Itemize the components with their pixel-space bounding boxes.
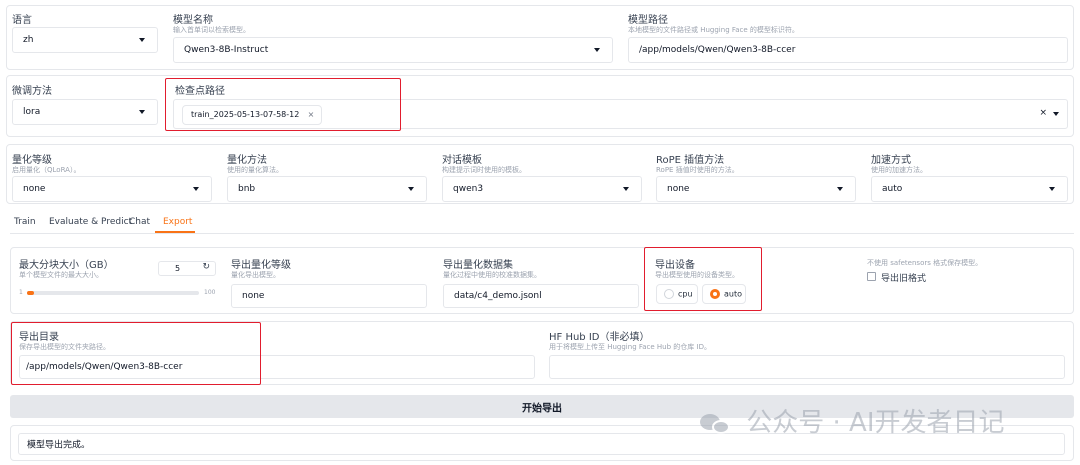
rope-select[interactable]: none [656, 176, 856, 202]
device-label: 导出设备 [655, 260, 695, 271]
export-quant-select[interactable]: none [231, 284, 427, 308]
size-max: 100 [204, 289, 216, 296]
template-label: 对话模板 [442, 155, 482, 166]
template-select[interactable]: qwen3 [442, 176, 642, 202]
checkpoint-chip-label: train_2025-05-13-07-58-12 [191, 110, 300, 119]
booster-label: 加速方式 [871, 155, 911, 166]
language-value: zh [23, 35, 34, 45]
tab-evaluate-predict[interactable]: Evaluate & Predict [49, 217, 132, 227]
quant-dataset-label: 导出量化数据集 [443, 260, 513, 271]
quant-bit-label: 量化等级 [12, 155, 52, 166]
quant-bit-sublabel: 启用量化（QLoRA）。 [12, 166, 81, 174]
language-label: 语言 [12, 15, 32, 26]
quant-bit-value: none [23, 184, 46, 194]
finetune-method-label: 微调方法 [12, 86, 52, 97]
device-option-auto[interactable]: auto [702, 284, 746, 304]
size-slider-track[interactable] [27, 291, 199, 295]
model-path-input[interactable]: /app/models/Qwen/Qwen3-8B-ccer [628, 37, 1068, 63]
checkpoint-path-label: 检查点路径 [175, 86, 225, 97]
reset-icon[interactable]: ↻ [202, 262, 210, 272]
export-quant-value: none [242, 291, 265, 301]
start-export-label: 开始导出 [522, 403, 562, 414]
chevron-down-icon [837, 187, 843, 191]
model-path-value: /app/models/Qwen/Qwen3-8B-ccer [639, 45, 796, 55]
tab-chat[interactable]: Chat [129, 217, 150, 227]
chip-close-icon[interactable]: × [308, 106, 315, 124]
size-value: 5 [175, 264, 181, 273]
checkpoint-path-select[interactable]: train_2025-05-13-07-58-12 × × [173, 99, 1068, 129]
model-path-label: 模型路径 [628, 15, 668, 26]
legacy-format-checkbox[interactable] [867, 272, 876, 281]
export-dir-label: 导出目录 [19, 332, 59, 343]
export-dir-sublabel: 保存导出模型的文件夹路径。 [19, 343, 110, 351]
output-message: 模型导出完成。 [27, 440, 91, 451]
template-sublabel: 构建提示词时使用的模板。 [442, 166, 526, 174]
finetune-method-value: lora [23, 107, 41, 117]
hub-id-input[interactable] [549, 355, 1065, 379]
language-select[interactable]: zh [12, 27, 158, 53]
chevron-down-icon [1049, 187, 1055, 191]
watermark-text: 公众号 · AI开发者日记 [746, 408, 1005, 438]
chevron-down-icon [139, 110, 145, 114]
legacy-format-sublabel: 不使用 safetensors 格式保存模型。 [867, 259, 983, 267]
quant-method-sublabel: 使用的量化算法。 [227, 166, 283, 174]
device-option-cpu[interactable]: cpu [656, 284, 698, 304]
chevron-down-icon [1053, 112, 1059, 116]
size-sublabel: 单个模型文件的最大大小。 [19, 271, 103, 279]
export-dir-value: /app/models/Qwen/Qwen3-8B-ccer [26, 362, 183, 372]
hub-id-label: HF Hub ID（非必填） [549, 332, 650, 343]
model-name-label: 模型名称 [173, 15, 213, 26]
booster-sublabel: 使用的加速方法。 [871, 166, 927, 174]
booster-value: auto [882, 184, 903, 194]
active-tab-indicator [155, 231, 195, 233]
watermark: 公众号 · AI开发者日记 [700, 402, 1005, 439]
model-name-sublabel: 输入首单词以检索模型。 [173, 26, 250, 34]
quant-method-label: 量化方法 [227, 155, 267, 166]
quant-method-value: bnb [238, 184, 256, 194]
legacy-format-label: 导出旧格式 [881, 274, 927, 284]
clear-icon[interactable]: × [1039, 108, 1047, 118]
tab-export[interactable]: Export [163, 217, 192, 227]
quant-bit-select[interactable]: none [12, 176, 212, 202]
quant-dataset-value: data/c4_demo.jsonl [454, 291, 542, 301]
quant-method-select[interactable]: bnb [227, 176, 427, 202]
checkpoint-chip[interactable]: train_2025-05-13-07-58-12 × [182, 105, 323, 125]
chevron-down-icon [623, 187, 629, 191]
chevron-down-icon [139, 38, 145, 42]
export-quant-sublabel: 量化导出模型。 [231, 271, 280, 279]
size-label: 最大分块大小（GB） [19, 260, 114, 271]
quant-dataset-input[interactable]: data/c4_demo.jsonl [443, 284, 639, 308]
size-number-input[interactable]: 5 ↻ [158, 261, 216, 276]
size-slider-fill [27, 291, 34, 295]
chevron-down-icon [193, 187, 199, 191]
quant-dataset-sublabel: 量化过程中使用的校准数据集。 [443, 271, 541, 279]
tab-divider [10, 233, 1074, 234]
radio-icon [664, 289, 674, 299]
chevron-down-icon [594, 48, 600, 52]
size-min: 1 [19, 289, 23, 296]
export-quant-label: 导出量化等级 [231, 260, 291, 271]
export-dir-input[interactable]: /app/models/Qwen/Qwen3-8B-ccer [19, 355, 535, 379]
rope-sublabel: RoPE 插值时使用的方法。 [656, 166, 739, 174]
chevron-down-icon [408, 187, 414, 191]
radio-selected-icon [710, 289, 720, 299]
finetune-method-select[interactable]: lora [12, 99, 158, 125]
booster-select[interactable]: auto [871, 176, 1068, 202]
template-value: qwen3 [453, 184, 484, 194]
rope-value: none [667, 184, 690, 194]
tab-train[interactable]: Train [14, 217, 36, 227]
device-option-cpu-label: cpu [678, 289, 693, 299]
device-option-auto-label: auto [724, 289, 743, 299]
model-path-sublabel: 本地模型的文件路径或 Hugging Face 的模型标识符。 [628, 26, 799, 34]
model-name-select[interactable]: Qwen3-8B-Instruct [173, 37, 613, 63]
wechat-icon [700, 412, 732, 436]
model-name-value: Qwen3-8B-Instruct [184, 45, 269, 55]
hub-id-sublabel: 用于将模型上传至 Hugging Face Hub 的仓库 ID。 [549, 343, 711, 351]
device-sublabel: 导出模型使用的设备类型。 [655, 271, 739, 279]
rope-label: RoPE 插值方法 [656, 155, 725, 166]
